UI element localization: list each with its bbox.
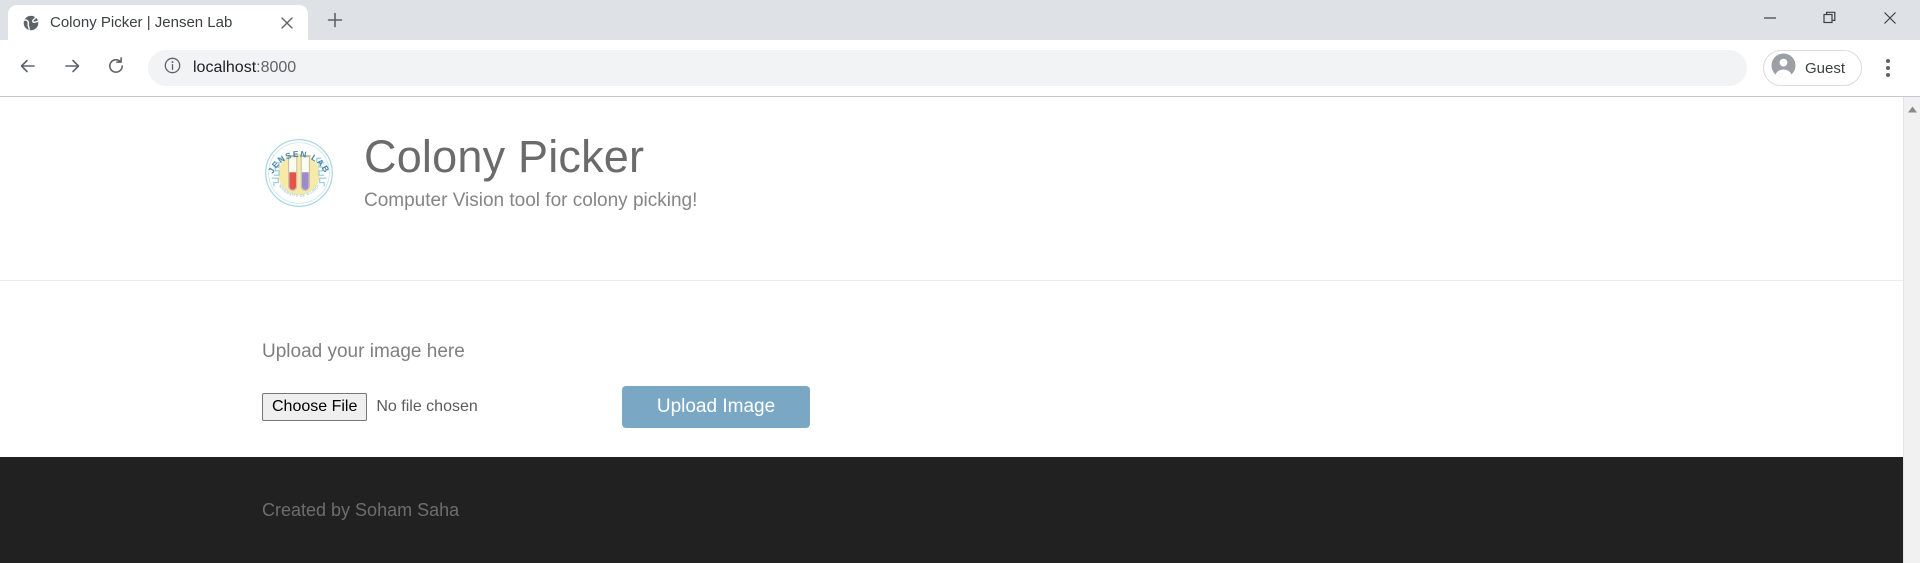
tab-strip: Colony Picker | Jensen Lab: [0, 0, 1920, 40]
header-titles: Colony Picker Computer Vision tool for c…: [364, 133, 697, 212]
profile-name: Guest: [1804, 59, 1845, 77]
upload-section: Upload your image here Choose File No fi…: [0, 281, 1903, 457]
footer-credit: Created by Soham Saha: [262, 499, 460, 520]
file-input[interactable]: Choose File No file chosen: [262, 392, 622, 422]
page-title: Colony Picker: [364, 131, 645, 182]
file-name-text: No file chosen: [376, 397, 478, 415]
window-controls: [1740, 0, 1920, 40]
web-page: JENSEN LAB UNIVERSITY OF ILLINOIS Colony…: [0, 97, 1903, 563]
browser-tab[interactable]: Colony Picker | Jensen Lab: [8, 5, 308, 40]
forward-button[interactable]: [52, 48, 92, 88]
scroll-up-arrow-icon[interactable]: [1907, 101, 1918, 119]
plus-icon: [327, 12, 343, 33]
close-icon: [1883, 11, 1897, 30]
reload-button[interactable]: [96, 48, 136, 88]
url-host: localhost: [193, 59, 257, 76]
browser-menu-button[interactable]: [1870, 48, 1906, 88]
choose-file-button[interactable]: Choose File: [262, 392, 368, 422]
maximize-restore-button[interactable]: [1800, 0, 1860, 40]
upload-instruction-label: Upload your image here: [262, 341, 465, 362]
site-footer: Created by Soham Saha: [0, 457, 1903, 563]
account-circle-icon: [1771, 53, 1796, 83]
new-tab-button[interactable]: [318, 5, 352, 39]
minimize-button[interactable]: [1740, 0, 1800, 40]
info-circle-icon[interactable]: [164, 57, 181, 79]
arrow-right-icon: [62, 56, 82, 81]
upload-image-button[interactable]: Upload Image: [622, 386, 810, 428]
site-header: JENSEN LAB UNIVERSITY OF ILLINOIS Colony…: [0, 97, 1903, 281]
arrow-left-icon: [18, 56, 38, 81]
url-port: :8000: [256, 59, 297, 76]
globe-icon: [22, 14, 40, 32]
minimize-icon: [1763, 11, 1777, 30]
browser-window: Colony Picker | Jensen Lab localhost:800…: [0, 0, 1920, 563]
reload-icon: [106, 56, 126, 81]
browser-toolbar: localhost:8000 Guest: [0, 40, 1920, 96]
upload-controls-row: Choose File No file chosen Upload Image: [262, 386, 1903, 428]
back-button[interactable]: [8, 48, 48, 88]
profile-button[interactable]: Guest: [1762, 50, 1862, 86]
page-subtitle: Computer Vision tool for colony picking!: [364, 190, 698, 212]
three-dot-menu-icon: [1886, 59, 1890, 77]
jensen-lab-logo: JENSEN LAB UNIVERSITY OF ILLINOIS: [260, 133, 336, 210]
tab-close-icon[interactable]: [276, 12, 298, 34]
address-bar[interactable]: localhost:8000: [148, 50, 1747, 86]
restore-icon: [1823, 11, 1837, 30]
close-window-button[interactable]: [1860, 0, 1920, 40]
page-viewport: JENSEN LAB UNIVERSITY OF ILLINOIS Colony…: [0, 96, 1920, 563]
page-scrollbar[interactable]: [1903, 97, 1920, 563]
address-bar-url: localhost:8000: [193, 59, 296, 77]
tab-title: Colony Picker | Jensen Lab: [50, 14, 233, 31]
